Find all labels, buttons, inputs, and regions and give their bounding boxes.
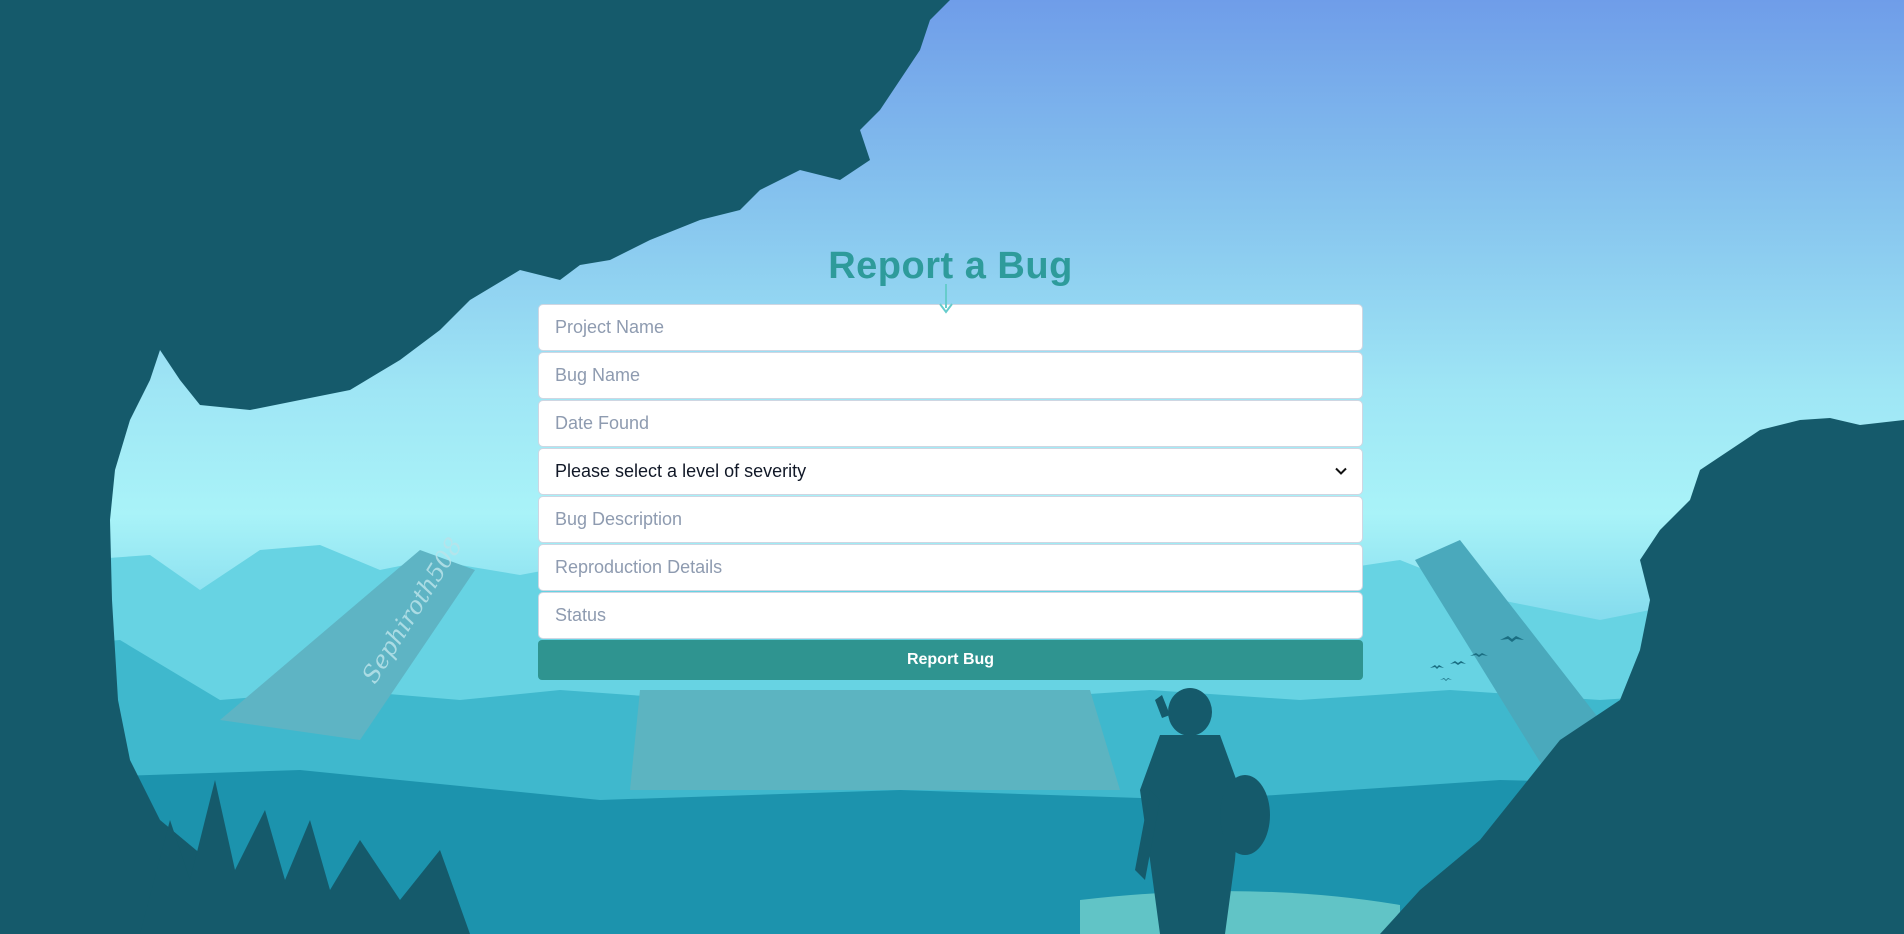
ruin-slab [630, 690, 1120, 790]
report-bug-button[interactable]: Report Bug [538, 640, 1363, 680]
bug-report-form: Please select a level of severity Report… [538, 304, 1363, 680]
severity-select[interactable]: Please select a level of severity [538, 448, 1363, 495]
date-found-input[interactable] [538, 400, 1363, 447]
status-input[interactable] [538, 592, 1363, 639]
severity-select-value[interactable]: Please select a level of severity [538, 448, 1363, 495]
arrow-down-icon [939, 284, 953, 314]
bug-description-input[interactable] [538, 496, 1363, 543]
chevron-down-icon [1335, 467, 1347, 475]
bug-name-input[interactable] [538, 352, 1363, 399]
reproduction-details-input[interactable] [538, 544, 1363, 591]
bug-report-panel: Report a Bug Please select a level of se… [538, 240, 1363, 680]
